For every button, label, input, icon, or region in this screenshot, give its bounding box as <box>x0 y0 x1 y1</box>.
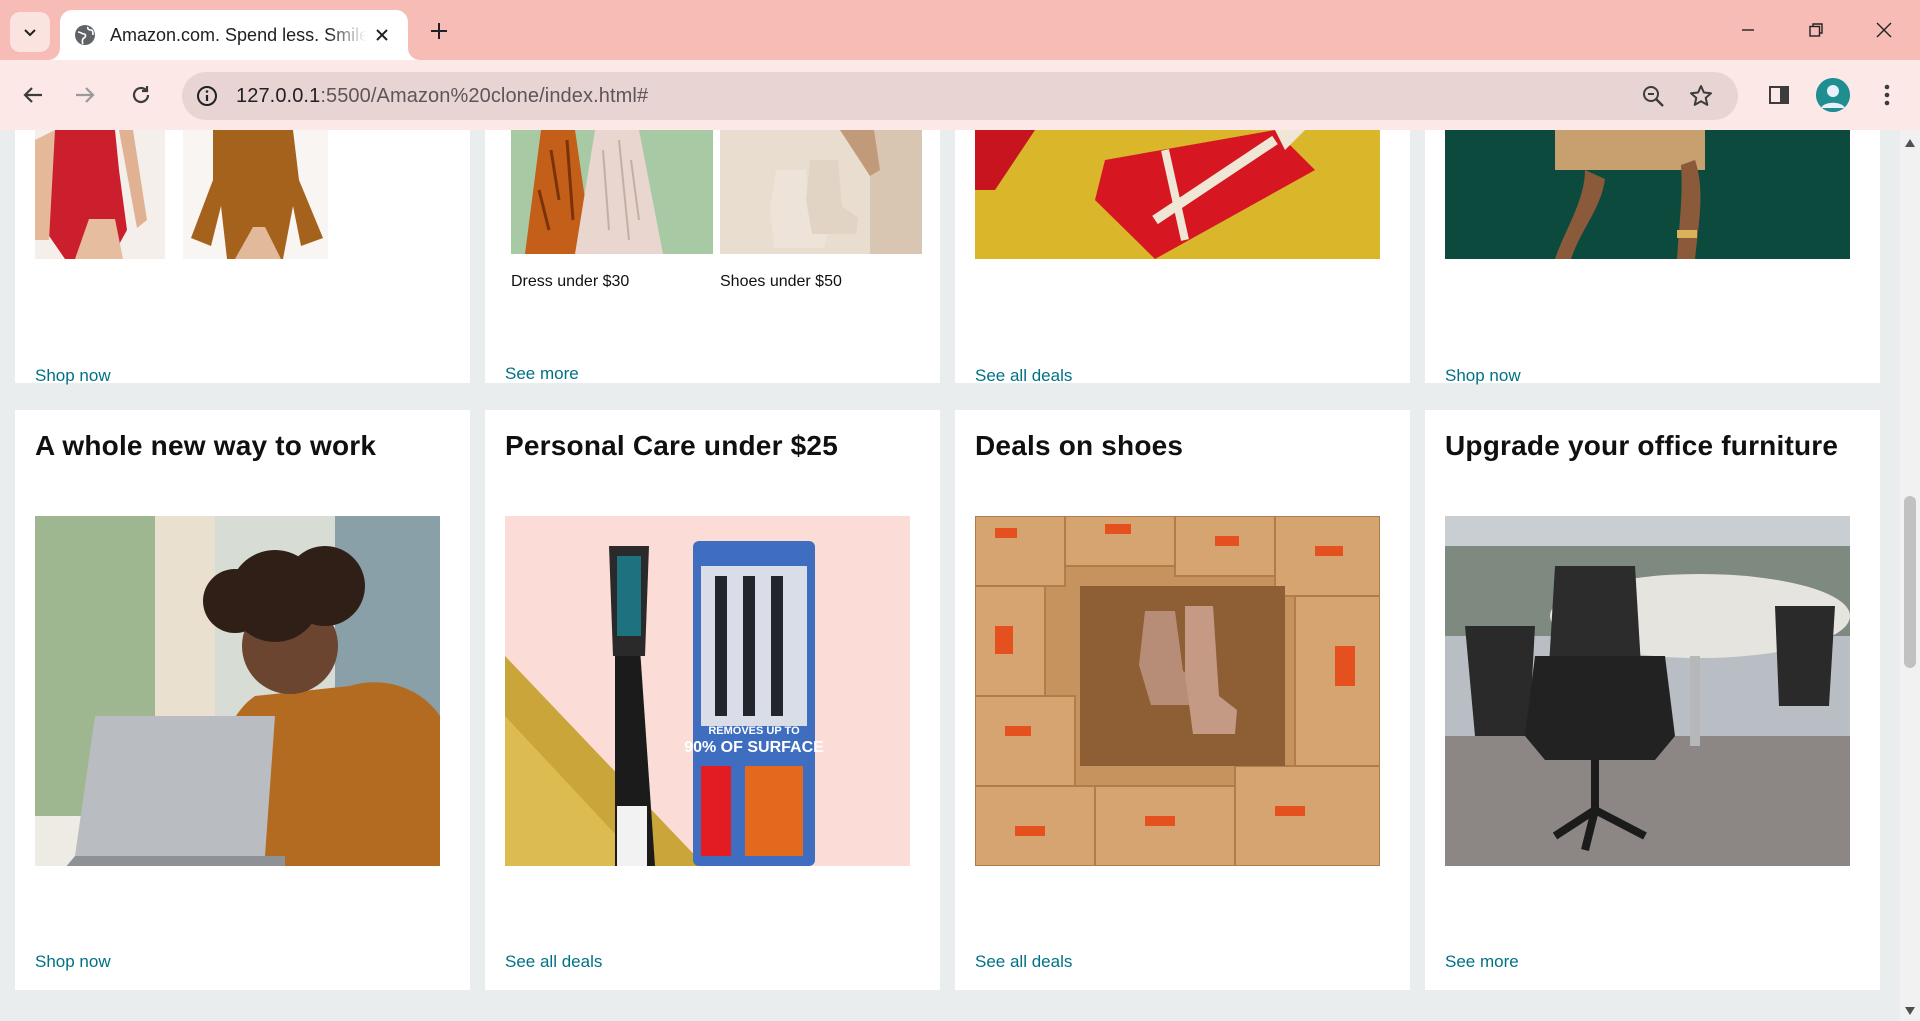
svg-text:REMOVES UP TO: REMOVES UP TO <box>708 725 800 737</box>
dress-label[interactable]: Dress under $30 <box>511 273 629 291</box>
minimize-button[interactable] <box>1726 10 1770 50</box>
close-tab-icon[interactable] <box>370 23 394 47</box>
side-panel-button[interactable] <box>1760 76 1798 114</box>
shop-now-link[interactable]: Shop now <box>35 366 111 386</box>
reload-icon <box>132 86 150 104</box>
see-all-deals-link[interactable]: See all deals <box>975 952 1072 972</box>
page-viewport: Shop now Dress under $30 Shoes under $50… <box>0 130 1900 1021</box>
product-card-fashion: Dress under $30 Shoes under $50 See more <box>485 130 940 383</box>
close-window-button[interactable] <box>1862 10 1906 50</box>
page-spacer <box>0 1015 1900 1021</box>
boots-image[interactable] <box>720 130 922 254</box>
office-chairs-image[interactable] <box>1445 516 1850 866</box>
see-more-link[interactable]: See more <box>505 364 579 384</box>
product-card-packages: Shop now <box>1425 130 1880 386</box>
url-text: 127.0.0.1:5500/Amazon%20clone/index.html… <box>236 84 649 107</box>
toothbrush-image[interactable]: REMOVES UP TO 90% OF SURFACE <box>505 516 910 866</box>
tab-search-button[interactable] <box>10 12 50 52</box>
product-card-office-furniture: Upgrade your office furniture See more <box>1425 410 1880 990</box>
card-title: A whole new way to work <box>35 430 377 461</box>
scroll-up-arrow-icon[interactable] <box>1905 138 1915 148</box>
address-bar[interactable]: 127.0.0.1:5500/Amazon%20clone/index.html… <box>182 72 1738 120</box>
arrow-left-icon <box>23 87 42 103</box>
profile-avatar[interactable] <box>1816 78 1850 112</box>
tab-title: Amazon.com. Spend less. Smile more. <box>110 24 366 45</box>
boots-in-boxes-image[interactable] <box>975 516 1380 866</box>
scrollbar-thumb[interactable] <box>1904 496 1916 668</box>
brown-bodysuit-image[interactable] <box>183 130 328 259</box>
reload-button[interactable] <box>122 76 160 114</box>
bookmark-star-icon[interactable] <box>1686 81 1716 111</box>
browser-toolbar: 127.0.0.1:5500/Amazon%20clone/index.html… <box>0 60 1920 130</box>
see-more-link[interactable]: See more <box>1445 952 1519 972</box>
zoom-icon[interactable] <box>1638 81 1668 111</box>
shoes-label[interactable]: Shoes under $50 <box>720 273 842 291</box>
dress-image[interactable] <box>511 130 713 254</box>
arrow-right-icon <box>76 87 95 103</box>
page-scrollbar[interactable] <box>1900 130 1920 1021</box>
more-vert-icon <box>1884 84 1890 106</box>
browser-menu-button[interactable] <box>1868 76 1906 114</box>
card-title: Deals on shoes <box>975 430 1184 461</box>
product-card-shoes: Deals on shoes See all deals <box>955 410 1410 990</box>
restore-icon <box>1809 23 1823 37</box>
see-all-deals-link[interactable]: See all deals <box>975 366 1072 386</box>
close-icon <box>1876 22 1892 38</box>
minimize-icon <box>1742 29 1754 31</box>
shop-now-link[interactable]: Shop now <box>1445 366 1521 386</box>
back-button[interactable] <box>14 76 52 114</box>
restore-button[interactable] <box>1794 10 1838 50</box>
card-title: Personal Care under $25 <box>505 430 838 461</box>
site-info-icon[interactable] <box>192 81 222 111</box>
svg-text:90% OF SURFACE: 90% OF SURFACE <box>684 739 824 756</box>
globe-icon <box>75 25 95 45</box>
plus-icon <box>431 23 447 39</box>
woman-laptop-image[interactable] <box>35 516 440 866</box>
product-card-gift-deals: See all deals <box>955 130 1410 386</box>
card-title: Upgrade your office furniture <box>1445 430 1839 461</box>
browser-tab[interactable]: Amazon.com. Spend less. Smile more. <box>60 10 408 60</box>
scroll-down-arrow-icon[interactable] <box>1905 1006 1915 1016</box>
chevron-down-icon <box>24 29 36 37</box>
red-bodysuit-image[interactable] <box>35 130 165 259</box>
see-all-deals-link[interactable]: See all deals <box>505 952 602 972</box>
package-hands-image[interactable] <box>1445 130 1850 259</box>
product-card-bodysuits: Shop now <box>15 130 470 386</box>
new-tab-button[interactable] <box>424 16 454 46</box>
user-icon <box>1816 78 1850 112</box>
gift-box-image[interactable] <box>975 130 1380 259</box>
forward-button[interactable] <box>66 76 104 114</box>
shop-now-link[interactable]: Shop now <box>35 952 111 972</box>
side-panel-icon <box>1769 86 1789 104</box>
product-card-personal-care: Personal Care under $25 REMOVES UP TO 90… <box>485 410 940 990</box>
browser-tab-strip: Amazon.com. Spend less. Smile more. <box>0 0 1920 60</box>
product-card-work: A whole new way to work Shop now <box>15 410 470 990</box>
